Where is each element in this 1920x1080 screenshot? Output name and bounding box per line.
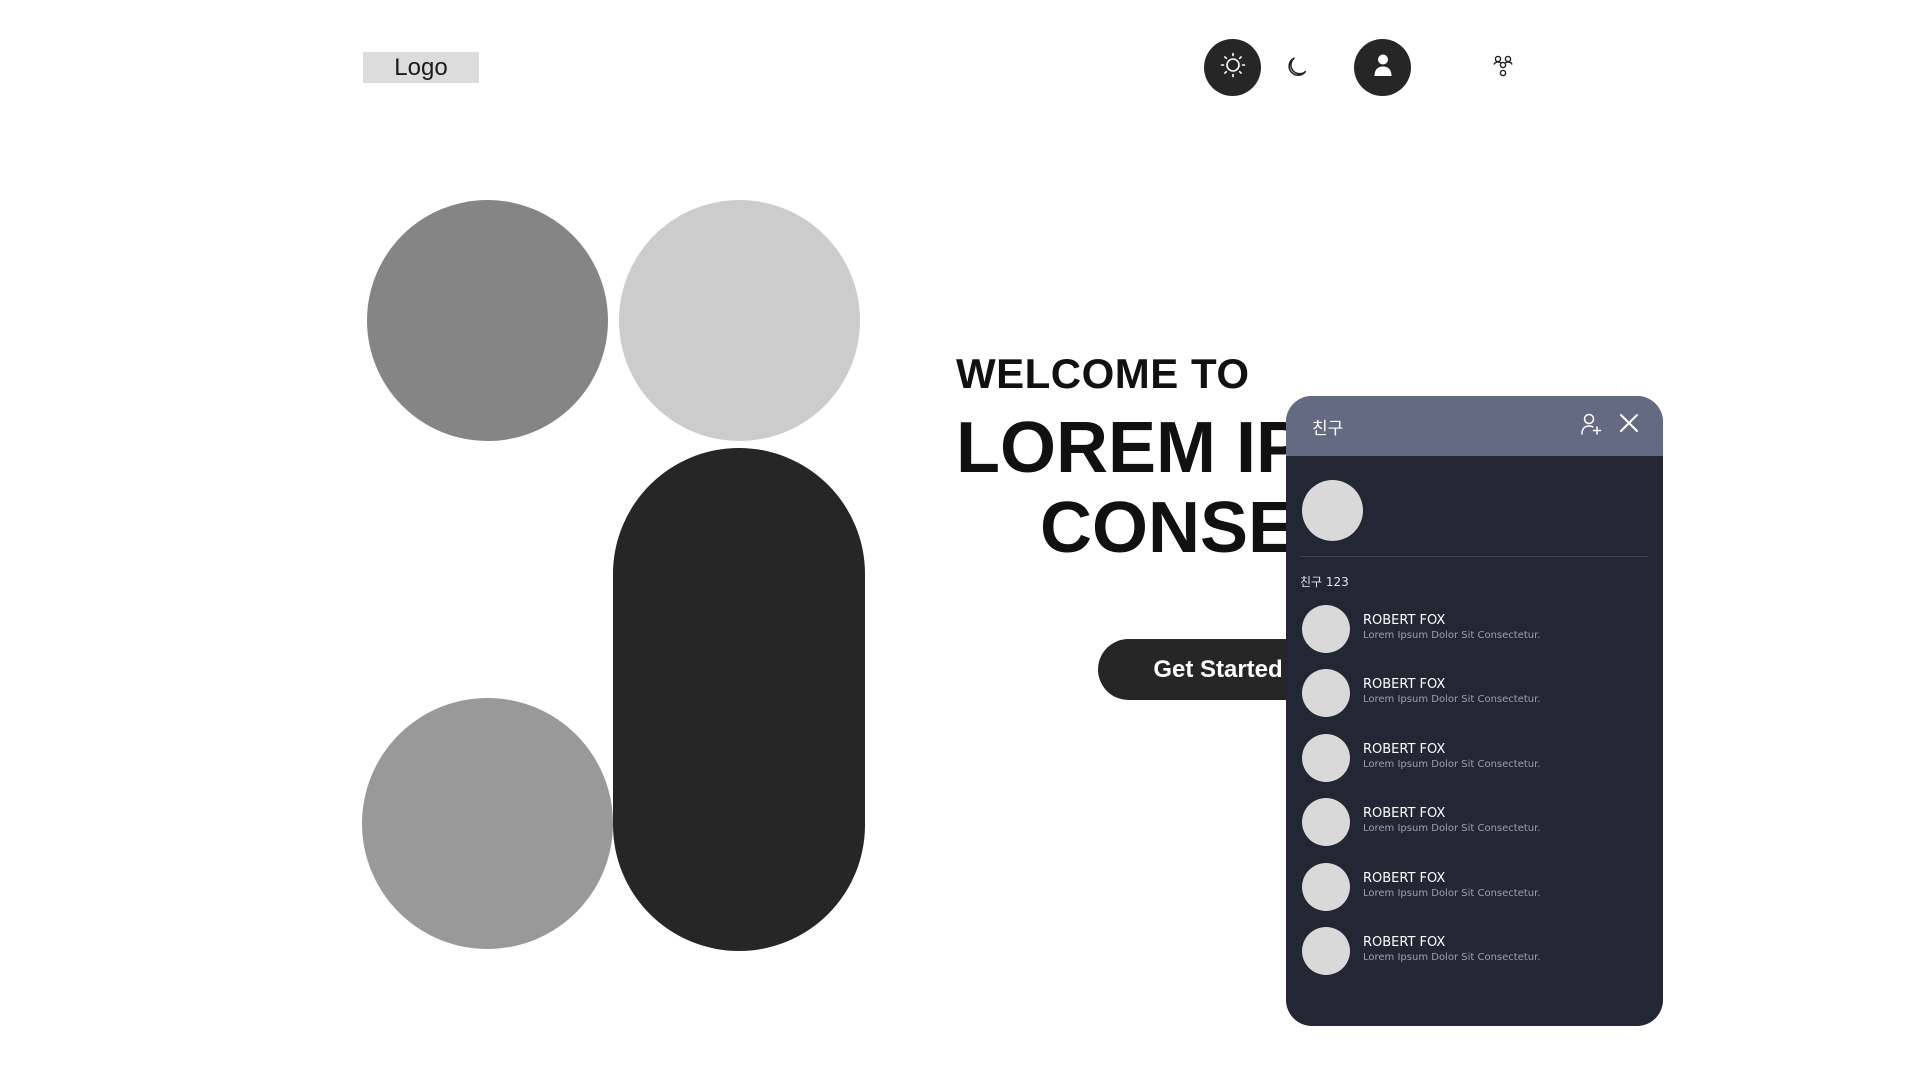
friend-list-item[interactable]: ROBERT FOX Lorem Ipsum Dolor Sit Consect…: [1302, 798, 1647, 862]
friend-avatar: [1302, 733, 1350, 782]
friend-list-item[interactable]: ROBERT FOX Lorem Ipsum Dolor Sit Consect…: [1302, 926, 1647, 991]
friend-list-item[interactable]: ROBERT FOX Lorem Ipsum Dolor Sit Consect…: [1302, 669, 1647, 733]
friend-name: ROBERT FOX: [1363, 806, 1446, 822]
add-user-icon: [1580, 412, 1602, 440]
landing-page: Logo WELCOME TO LOREM IPS CONSEC Get Sta…: [0, 0, 1920, 1080]
decorative-circle-light-gray: [619, 200, 860, 441]
decorative-circle-gray: [362, 698, 613, 949]
light-mode-button[interactable]: [1204, 39, 1261, 96]
friend-name: ROBERT FOX: [1363, 741, 1446, 757]
friends-button[interactable]: [1488, 53, 1518, 83]
divider: [1300, 556, 1648, 557]
friend-status-message: Lorem Ipsum Dolor Sit Consectetur.: [1363, 823, 1541, 835]
decorative-pill: [613, 448, 865, 951]
friend-name: ROBERT FOX: [1363, 613, 1446, 628]
friend-name: ROBERT FOX: [1363, 870, 1446, 886]
add-friend-button[interactable]: [1577, 412, 1605, 440]
friend-status-message: Lorem Ipsum Dolor Sit Consectetur.: [1363, 694, 1541, 706]
user-icon: [1372, 52, 1394, 83]
friend-status-message: Lorem Ipsum Dolor Sit Consectetur.: [1363, 758, 1541, 770]
decorative-circle-dark-gray: [367, 200, 608, 441]
welcome-text: WELCOME TO: [956, 350, 1250, 397]
friends-icon: [1491, 54, 1515, 83]
friend-avatar: [1302, 862, 1350, 911]
close-panel-button[interactable]: [1614, 410, 1644, 440]
friends-panel: 친구 친구 123 ROBERT FOX Lorem Ipsum Dolor S…: [1286, 396, 1663, 1026]
sun-icon: [1220, 52, 1246, 83]
logo[interactable]: Logo: [363, 52, 479, 83]
friend-list: ROBERT FOX Lorem Ipsum Dolor Sit Consect…: [1302, 605, 1647, 991]
friend-status-message: Lorem Ipsum Dolor Sit Consectetur.: [1363, 951, 1541, 963]
friend-name: ROBERT FOX: [1363, 934, 1446, 950]
friend-list-item[interactable]: ROBERT FOX Lorem Ipsum Dolor Sit Consect…: [1302, 733, 1647, 798]
my-avatar[interactable]: [1302, 480, 1363, 541]
friend-avatar: [1302, 798, 1350, 847]
friends-panel-title: 친구: [1312, 419, 1344, 439]
friend-avatar: [1302, 605, 1350, 653]
dark-mode-button[interactable]: [1284, 53, 1314, 83]
friend-avatar: [1302, 926, 1350, 975]
profile-button[interactable]: [1354, 39, 1411, 96]
friend-name: ROBERT FOX: [1363, 677, 1446, 693]
close-icon: [1618, 412, 1640, 438]
friends-panel-header: 친구: [1286, 396, 1663, 456]
friend-count-label: 친구 123: [1300, 575, 1349, 589]
friend-list-item[interactable]: ROBERT FOX Lorem Ipsum Dolor Sit Consect…: [1302, 862, 1647, 927]
friend-avatar: [1302, 669, 1350, 718]
moon-icon: [1286, 53, 1312, 84]
friend-list-item[interactable]: ROBERT FOX Lorem Ipsum Dolor Sit Consect…: [1302, 605, 1647, 669]
friend-status-message: Lorem Ipsum Dolor Sit Consectetur.: [1363, 887, 1541, 899]
friend-status-message: Lorem Ipsum Dolor Sit Consectetur.: [1363, 630, 1541, 641]
